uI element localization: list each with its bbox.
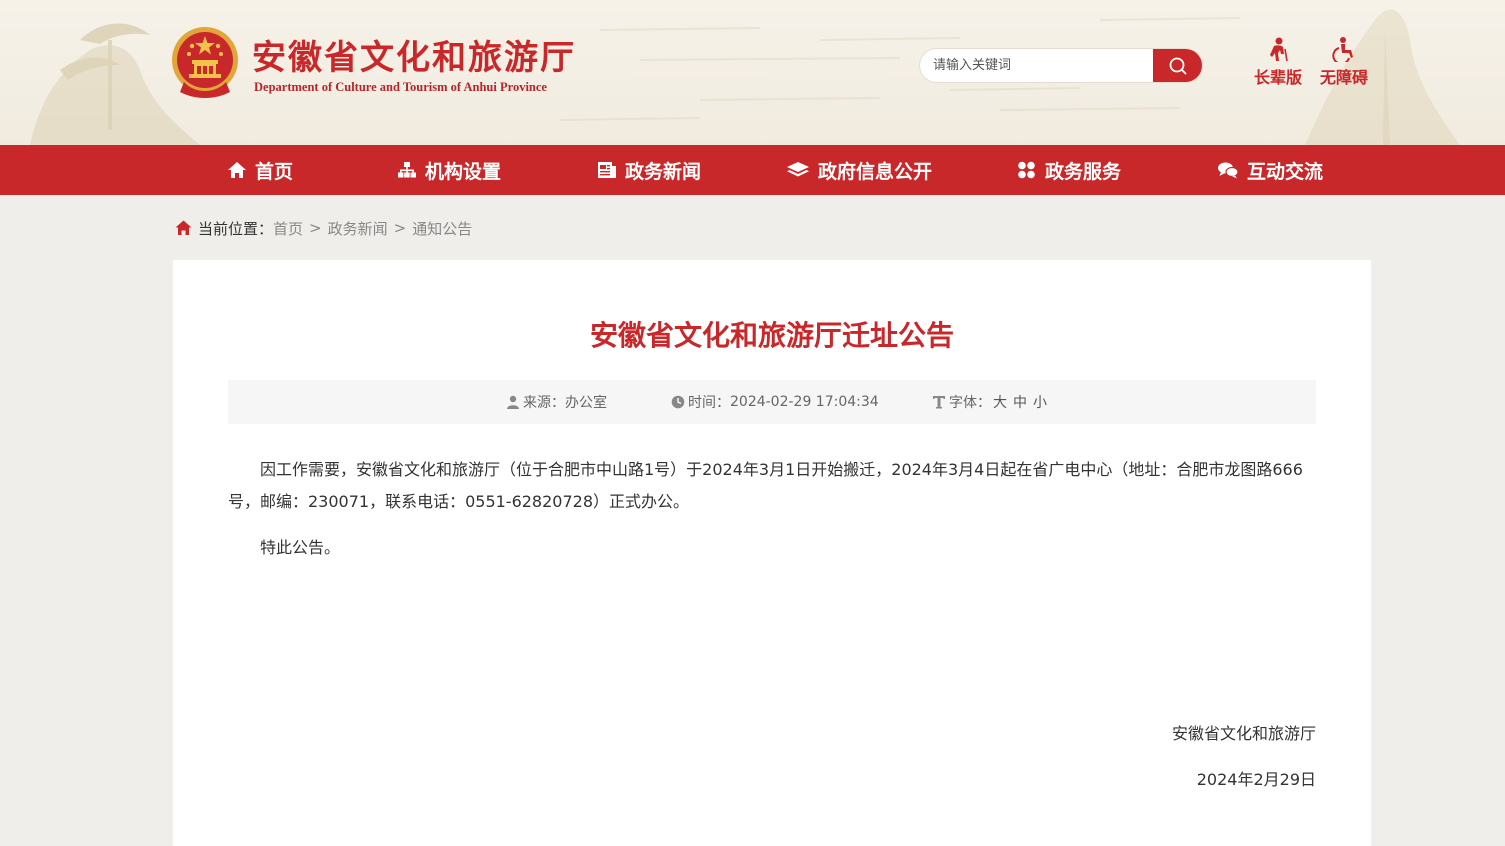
- clock-icon: [671, 395, 685, 409]
- nav-item-info-disclosure[interactable]: 政府信息公开: [786, 145, 932, 195]
- home-icon: [175, 220, 192, 235]
- nav-item-label: 首页: [255, 160, 294, 183]
- elder-icon: [1270, 37, 1288, 62]
- search-icon: [1169, 57, 1186, 74]
- font-size-large[interactable]: 大: [993, 392, 1007, 412]
- breadcrumb-news[interactable]: 政务新闻: [328, 218, 388, 239]
- breadcrumb-home[interactable]: 首页: [273, 218, 303, 239]
- nav-item-label: 政务新闻: [625, 160, 702, 183]
- org-chart-icon: [398, 162, 416, 178]
- article-paragraph: 特此公告。: [260, 538, 341, 557]
- article-title: 安徽省文化和旅游厅迁址公告: [589, 319, 954, 352]
- nav-item-news[interactable]: 政务新闻: [597, 145, 701, 195]
- meta-source-value: 办公室: [565, 395, 607, 411]
- nav-item-label: 机构设置: [425, 160, 502, 183]
- article-paragraph: 因工作需要，安徽省文化和旅游厅（位于合肥市中山路1号）于2024年3月1日开始搬…: [228, 460, 1303, 511]
- breadcrumb-separator: >: [393, 219, 407, 237]
- news-icon: [598, 162, 616, 178]
- accessibility-link[interactable]: 无障碍: [1314, 36, 1374, 88]
- breadcrumb-separator: >: [309, 219, 322, 237]
- signature-org: 安徽省文化和旅游厅: [1171, 724, 1316, 743]
- nav-item-services[interactable]: 政务服务: [1017, 145, 1121, 195]
- article-panel: 安徽省文化和旅游厅迁址公告 来源： 办公室 时间： 2024-02-29 17:…: [173, 260, 1371, 846]
- main-nav: 首页 机构设置 政务新闻 政府信息公开 政务服务 互动交流: [0, 145, 1505, 195]
- meta-font-label: 字体：: [949, 395, 991, 411]
- search-input[interactable]: [920, 49, 1154, 82]
- breadcrumb-label: 当前位置：: [198, 219, 274, 238]
- nav-item-label: 政务服务: [1045, 160, 1122, 183]
- search-button[interactable]: [1153, 49, 1202, 82]
- nav-item-label: 互动交流: [1247, 160, 1324, 183]
- meta-source: 来源： 办公室: [506, 380, 607, 424]
- meta-time-label: 时间：: [688, 395, 730, 411]
- meta-source-label: 来源：: [523, 395, 565, 411]
- breadcrumb-notices[interactable]: 通知公告: [412, 218, 472, 239]
- chat-icon: [1218, 162, 1239, 179]
- meta-font-size: 字体： 大 中 小: [932, 380, 1047, 424]
- font-icon: [933, 396, 945, 409]
- nav-item-organization[interactable]: 机构设置: [397, 145, 501, 195]
- site-title[interactable]: 安徽省文化和旅游厅: [252, 30, 576, 79]
- article-body: 因工作需要，安徽省文化和旅游厅（位于合肥市中山路1号）于2024年3月1日开始搬…: [228, 454, 1316, 578]
- layers-icon: [787, 162, 809, 177]
- nav-item-home[interactable]: 首页: [227, 145, 293, 195]
- elder-mode-label: 长辈版: [1253, 68, 1302, 87]
- site-header: 安徽省文化和旅游厅 Department of Culture and Tour…: [0, 0, 1505, 145]
- nav-item-label: 政府信息公开: [818, 160, 933, 183]
- user-icon: [507, 395, 519, 409]
- breadcrumb: 当前位置： 首页 > 政务新闻 > 通知公告: [175, 216, 472, 240]
- home-icon: [228, 162, 246, 178]
- meta-time-value: 2024-02-29 17:04:34: [730, 394, 879, 410]
- accessibility-label: 无障碍: [1319, 68, 1368, 87]
- signature-date: 2024年2月29日: [1196, 770, 1316, 789]
- national-emblem-icon: [172, 27, 238, 98]
- grid-icon: [1018, 161, 1035, 179]
- accessibility-icon: [1332, 37, 1353, 62]
- nav-item-interaction[interactable]: 互动交流: [1217, 145, 1323, 195]
- site-subtitle: Department of Culture and Tourism of Anh…: [254, 80, 547, 94]
- meta-time: 时间： 2024-02-29 17:04:34: [671, 380, 879, 424]
- font-size-small[interactable]: 小: [1033, 392, 1047, 412]
- search-box: [920, 49, 1202, 82]
- elder-mode-link[interactable]: 长辈版: [1248, 36, 1308, 88]
- article-meta-bar: 来源： 办公室 时间： 2024-02-29 17:04:34 字体： 大 中 …: [228, 380, 1316, 424]
- font-size-medium[interactable]: 中: [1013, 392, 1027, 412]
